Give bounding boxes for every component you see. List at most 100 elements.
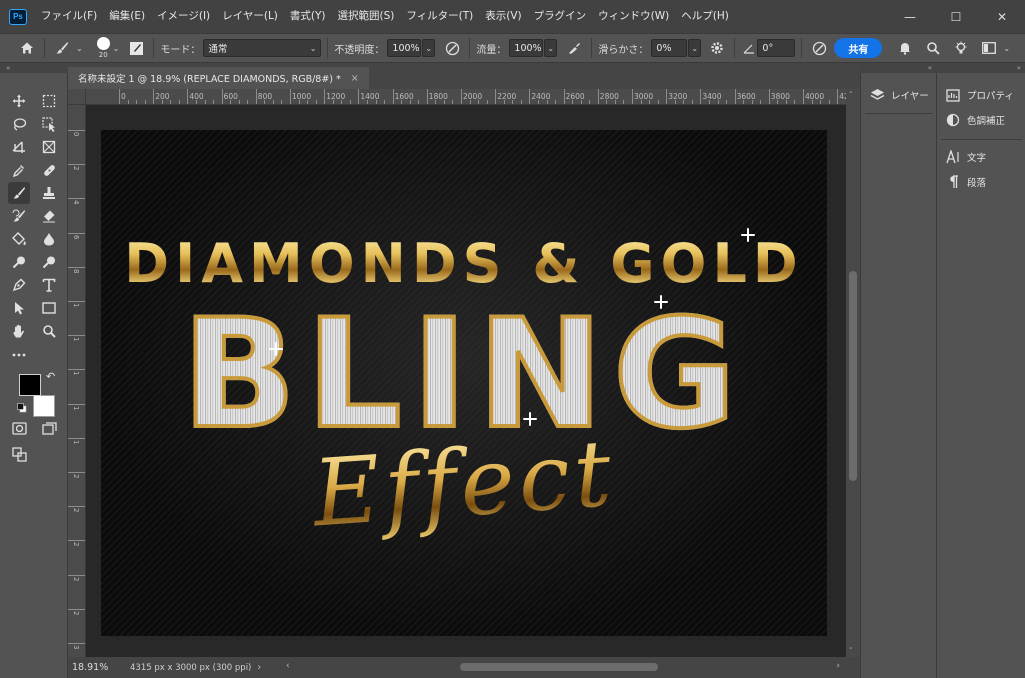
background-color-swatch[interactable]: [33, 395, 55, 417]
close-tab-icon[interactable]: ×: [351, 73, 359, 84]
properties-panel-button[interactable]: プロパティ: [945, 87, 1014, 103]
default-colors-icon[interactable]: [17, 403, 27, 413]
ruler-minor-tick: [144, 100, 146, 104]
scroll-right-icon[interactable]: ›: [836, 661, 840, 671]
menu-window[interactable]: ウィンドウ(W): [592, 0, 675, 33]
brush-preset-icon[interactable]: [51, 37, 73, 59]
history-brush-tool-icon[interactable]: [8, 205, 30, 227]
ruler-label: 3400: [702, 92, 722, 101]
search-icon[interactable]: [922, 37, 944, 59]
pressure-size-icon[interactable]: [808, 37, 830, 59]
edit-toolbar-icon[interactable]: [8, 443, 30, 465]
smoothing-dropdown[interactable]: ⌄: [688, 39, 702, 57]
menu-view[interactable]: 表示(V): [479, 0, 527, 33]
horizontal-ruler[interactable]: 0 200 400 600 800 1000 1200 1400 1600 1800 2000 220…: [86, 89, 846, 105]
vertical-ruler[interactable]: 0 2 4 6 8 1 1 1 1 1 2 2 2 2 2 3: [68, 105, 86, 657]
frame-tool-icon[interactable]: [38, 136, 60, 158]
scroll-up-icon[interactable]: ˄: [849, 91, 853, 99]
brush-size-picker[interactable]: 20: [96, 37, 110, 59]
eraser-tool-icon[interactable]: [38, 205, 60, 227]
ruler-origin[interactable]: [68, 89, 86, 105]
tools-collapse-strip[interactable]: «: [0, 63, 68, 73]
mode-select[interactable]: 通常 ⌄: [203, 39, 322, 57]
healing-brush-tool-icon[interactable]: [38, 159, 60, 181]
horizontal-scrollbar[interactable]: ‹ ›: [286, 661, 840, 673]
horizontal-scroll-thumb[interactable]: [460, 663, 658, 671]
home-icon[interactable]: [16, 37, 38, 59]
chevron-down-icon[interactable]: ⌄: [76, 44, 83, 53]
crop-tool-icon[interactable]: [8, 136, 30, 158]
properties-collapse-strip[interactable]: »: [936, 63, 1025, 73]
maximize-button[interactable]: ☐: [933, 0, 979, 33]
document-canvas[interactable]: DIAMONDS & GOLD BLING Effect: [101, 130, 827, 636]
zoom-level[interactable]: 18.91%: [72, 662, 118, 673]
chevron-down-icon[interactable]: ⌄: [113, 44, 120, 53]
foreground-color-swatch[interactable]: [19, 374, 41, 396]
document-dimensions: 4315 px x 3000 px (300 ppi): [130, 662, 252, 673]
chevron-down-icon[interactable]: ⌄: [1003, 44, 1010, 53]
flow-dropdown[interactable]: ⌄: [544, 39, 558, 57]
brush-settings-icon[interactable]: [125, 37, 147, 59]
gear-icon[interactable]: [706, 37, 728, 59]
pressure-opacity-icon[interactable]: [441, 37, 463, 59]
character-panel-button[interactable]: 文字: [945, 149, 986, 165]
hand-tool-icon[interactable]: [8, 320, 30, 342]
layers-collapse-strip[interactable]: «: [860, 63, 936, 73]
eyedropper-tool-icon[interactable]: [8, 159, 30, 181]
path-selection-tool-icon[interactable]: [8, 297, 30, 319]
zoom-tool-icon[interactable]: [38, 320, 60, 342]
move-tool-icon[interactable]: [8, 90, 30, 112]
menu-filter[interactable]: フィルター(T): [400, 0, 479, 33]
airbrush-icon[interactable]: [563, 37, 585, 59]
pen-tool-icon[interactable]: [8, 274, 30, 296]
menu-help[interactable]: ヘルプ(H): [675, 0, 735, 33]
lightbulb-icon[interactable]: [950, 37, 972, 59]
swap-colors-icon[interactable]: ↶: [46, 371, 58, 383]
dodge-tool-icon[interactable]: [8, 251, 30, 273]
adjustments-panel-button[interactable]: 色調補正: [945, 112, 1005, 128]
paragraph-panel-button[interactable]: 段落: [945, 174, 986, 190]
workspace-icon[interactable]: [978, 37, 1000, 59]
menu-edit[interactable]: 編集(E): [103, 0, 151, 33]
ruler-label: 1400: [360, 92, 380, 101]
type-tool-icon[interactable]: [38, 274, 60, 296]
menu-type[interactable]: 書式(Y): [284, 0, 332, 33]
canvas-workarea[interactable]: DIAMONDS & GOLD BLING Effect: [86, 105, 846, 657]
clone-stamp-tool-icon[interactable]: [38, 182, 60, 204]
smoothing-field[interactable]: 0%: [651, 39, 688, 57]
scroll-down-icon[interactable]: ˅: [849, 647, 853, 655]
screen-mode-icon[interactable]: [38, 417, 60, 439]
menu-select[interactable]: 選択範囲(S): [332, 0, 401, 33]
layers-panel-button[interactable]: レイヤー: [869, 87, 929, 103]
paint-bucket-tool-icon[interactable]: [8, 228, 30, 250]
opacity-dropdown[interactable]: ⌄: [422, 39, 436, 57]
vertical-scrollbar[interactable]: ˄ ˅: [846, 89, 860, 657]
sponge-tool-icon[interactable]: [38, 251, 60, 273]
opacity-field[interactable]: 100%: [387, 39, 422, 57]
object-selection-tool-icon[interactable]: [38, 113, 60, 135]
vertical-scroll-thumb[interactable]: [849, 271, 857, 481]
angle-field[interactable]: 0°: [757, 39, 796, 57]
blur-tool-icon[interactable]: [38, 228, 60, 250]
bell-icon[interactable]: [894, 37, 916, 59]
document-tab[interactable]: 名称未設定 1 @ 18.9% (REPLACE DIAMONDS, RGB/8…: [68, 67, 369, 89]
close-button[interactable]: ✕: [979, 0, 1025, 33]
share-button[interactable]: 共有: [834, 38, 883, 58]
menu-layer[interactable]: レイヤー(L): [216, 0, 284, 33]
marquee-tool-icon[interactable]: [38, 90, 60, 112]
ruler-tick: [119, 89, 120, 104]
scroll-left-icon[interactable]: ‹: [286, 661, 290, 671]
brush-tool-icon[interactable]: [8, 182, 30, 204]
ruler-label: 0: [72, 132, 80, 137]
ruler-minor-tick: [760, 100, 762, 104]
menu-file[interactable]: ファイル(F): [35, 0, 103, 33]
minimize-button[interactable]: —: [887, 0, 933, 33]
quick-mask-icon[interactable]: [8, 417, 30, 439]
status-info-arrow-icon[interactable]: ›: [257, 662, 261, 673]
more-tools-icon[interactable]: [8, 344, 30, 366]
menu-image[interactable]: イメージ(I): [151, 0, 216, 33]
lasso-tool-icon[interactable]: [8, 113, 30, 135]
menu-plugins[interactable]: プラグイン: [528, 0, 593, 33]
rectangle-tool-icon[interactable]: [38, 297, 60, 319]
flow-field[interactable]: 100%: [509, 39, 544, 57]
